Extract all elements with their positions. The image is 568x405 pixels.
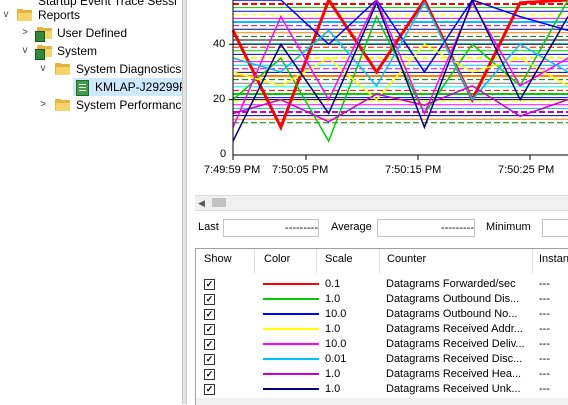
tree-item-label: System <box>57 44 98 58</box>
color-swatch <box>263 343 319 345</box>
show-checkbox[interactable]: ✓ <box>204 309 215 320</box>
last-value: --------- <box>223 219 319 237</box>
counter-cell: Datagrams Received Addr... <box>386 323 523 335</box>
counter-cell: Datagrams Forwarded/sec <box>386 278 516 290</box>
table-row[interactable]: ✓ 1.0 Datagrams Received Addr... --- <box>196 322 568 337</box>
tree-item-label: System Performanc <box>76 98 182 112</box>
last-label: Last <box>198 221 219 233</box>
show-checkbox[interactable]: ✓ <box>204 354 215 365</box>
column-header-scale[interactable]: Scale <box>325 253 353 265</box>
tree-item-system[interactable]: v System <box>0 42 182 60</box>
counter-cell: Datagrams Outbound No... <box>386 308 518 320</box>
chevron-down-icon[interactable]: v <box>19 42 31 60</box>
scale-cell: 1.0 <box>325 368 341 380</box>
scale-cell: 10.0 <box>325 308 347 320</box>
navigation-tree: Startup Event Trace Sessi v Reports > Us… <box>0 0 182 404</box>
folder-icon <box>55 99 70 111</box>
chevron-right-icon[interactable]: > <box>37 96 49 114</box>
instance-cell: --- <box>539 338 550 350</box>
column-divider <box>316 249 317 273</box>
tree-item-label: KMLAP-J29299P <box>95 80 182 94</box>
color-swatch <box>263 328 319 330</box>
minimum-label: Minimum <box>486 221 531 233</box>
instance-cell: --- <box>539 323 550 335</box>
tree-item-system-performance[interactable]: > System Performanc <box>0 96 182 114</box>
scale-cell: 1.0 <box>325 293 341 305</box>
scale-cell: 0.01 <box>325 353 347 365</box>
instance-cell: --- <box>539 293 550 305</box>
table-row[interactable]: ✓ 1.0 Datagrams Received Hea... --- <box>196 367 568 382</box>
show-checkbox[interactable]: ✓ <box>204 369 215 380</box>
column-header-show[interactable]: Show <box>204 253 232 265</box>
table-row[interactable]: ✓ 0.01 Datagrams Received Disc... --- <box>196 352 568 367</box>
pane-splitter[interactable] <box>182 0 187 404</box>
folder-icon <box>17 9 32 21</box>
show-checkbox[interactable]: ✓ <box>204 294 215 305</box>
scrollbar-thumb[interactable] <box>212 198 226 207</box>
tree-item-label: User Defined <box>57 26 128 40</box>
x-tick-label: 7:50:05 PM <box>272 164 329 176</box>
column-divider <box>379 249 380 273</box>
folder-icon <box>35 45 52 60</box>
counter-cell: Datagrams Outbound Dis... <box>386 293 520 305</box>
color-swatch <box>263 313 319 315</box>
show-checkbox[interactable]: ✓ <box>204 339 215 350</box>
instance-cell: --- <box>539 368 550 380</box>
column-divider <box>532 249 533 273</box>
average-value: --------- <box>377 219 475 237</box>
x-tick-label: 7:50:15 PM <box>385 164 442 176</box>
tree-item-system-diagnostics[interactable]: v System Diagnostics <box>0 60 182 78</box>
column-header-instance[interactable]: Instan <box>539 253 568 265</box>
folder-icon <box>35 27 52 42</box>
column-header-color[interactable]: Color <box>264 253 290 265</box>
chevron-right-icon[interactable]: > <box>19 24 31 42</box>
series-line <box>232 84 568 123</box>
tree-item-reports[interactable]: v Reports <box>0 6 182 24</box>
show-checkbox[interactable]: ✓ <box>204 384 215 395</box>
color-swatch <box>263 388 319 390</box>
chevron-down-icon[interactable]: v <box>0 6 12 24</box>
counter-cell: Datagrams Received Deliv... <box>386 338 525 350</box>
x-tick-label: 7:49:59 PM <box>204 164 261 176</box>
instance-cell: --- <box>539 308 550 320</box>
color-swatch <box>263 283 319 285</box>
scale-cell: 1.0 <box>325 323 341 335</box>
table-row[interactable]: ✓ 0.1 Datagrams Forwarded/sec --- <box>196 277 568 292</box>
counter-cell: Datagrams Received Disc... <box>386 353 523 365</box>
x-tick-label: 7:50:25 PM <box>498 164 555 176</box>
instance-cell: --- <box>539 383 550 395</box>
column-divider <box>254 249 255 273</box>
color-swatch <box>263 358 319 360</box>
scale-cell: 1.0 <box>325 383 341 395</box>
scale-cell: 10.0 <box>325 338 347 350</box>
table-row[interactable]: ✓ 10.0 Datagrams Received Deliv... --- <box>196 337 568 352</box>
minimum-value <box>542 219 568 237</box>
folder-icon <box>55 63 70 75</box>
tree-item-label: Reports <box>38 8 81 22</box>
instance-cell: --- <box>539 353 550 365</box>
counter-legend-table: Show Color Scale Counter Instan ✓ 0.1 Data… <box>195 248 568 405</box>
scroll-left-icon[interactable]: ◀ <box>198 196 205 210</box>
performance-chart: 40 20 0 7:49:59 PM 7:50:05 PM 7:50:15 PM… <box>190 0 568 190</box>
tree-item-label: System Diagnostics <box>76 62 182 76</box>
tree-item-user-defined[interactable]: > User Defined <box>0 24 182 42</box>
column-header-counter[interactable]: Counter <box>387 253 426 265</box>
chevron-down-icon[interactable]: v <box>37 60 49 78</box>
average-label: Average <box>331 221 372 233</box>
tree-item-kmlap-report[interactable]: KMLAP-J29299P <box>73 78 182 96</box>
table-row[interactable]: ✓ 10.0 Datagrams Outbound No... --- <box>196 307 568 322</box>
report-icon <box>76 80 89 96</box>
show-checkbox[interactable]: ✓ <box>204 279 215 290</box>
show-checkbox[interactable]: ✓ <box>204 324 215 335</box>
counter-cell: Datagrams Received Unk... <box>386 383 521 395</box>
color-swatch <box>263 373 319 375</box>
chart-plot <box>229 0 568 160</box>
table-row[interactable]: ✓ 1.0 Datagrams Outbound Dis... --- <box>196 292 568 307</box>
color-swatch <box>263 298 319 300</box>
scale-cell: 0.1 <box>325 278 341 290</box>
instance-cell: --- <box>539 278 550 290</box>
table-row[interactable]: ✓ 1.0 Datagrams Received Unk... --- <box>196 382 568 397</box>
counter-cell: Datagrams Received Hea... <box>386 368 522 380</box>
chart-scrollbar[interactable]: ◀ <box>195 195 568 211</box>
